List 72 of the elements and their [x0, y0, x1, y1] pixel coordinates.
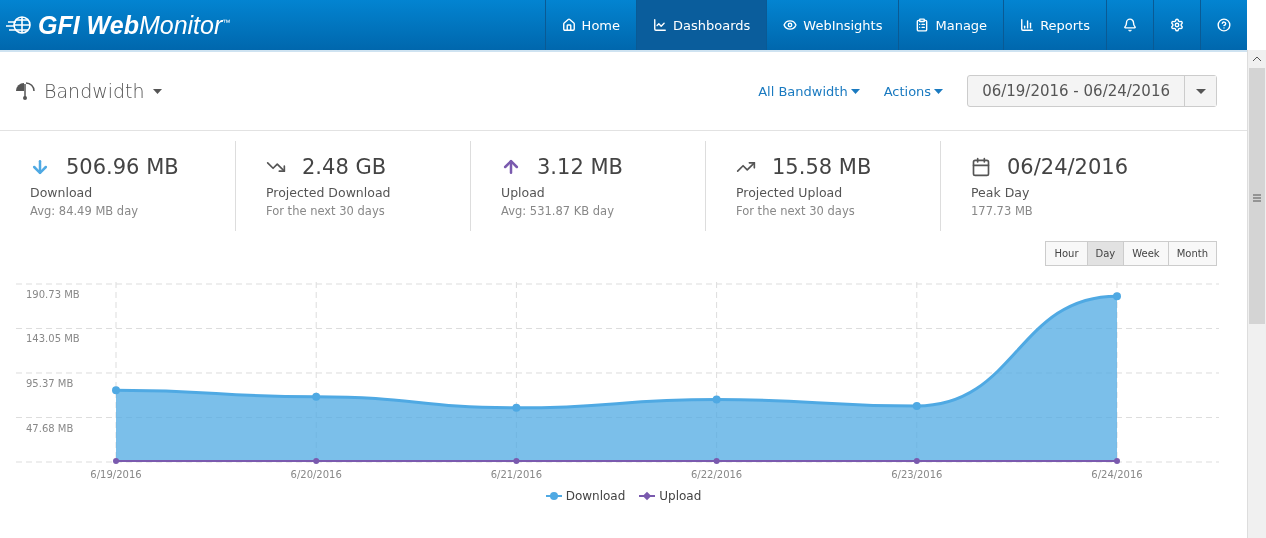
clipboard-icon — [915, 18, 930, 32]
diamond-marker-icon — [639, 491, 656, 501]
y-axis-label: 95.37 MB — [26, 378, 74, 389]
data-point — [912, 402, 921, 410]
stat-subtext: Avg: 84.49 MB day — [30, 204, 140, 218]
down-arrow-icon — [30, 157, 50, 177]
data-point — [713, 458, 720, 465]
x-axis-label: 6/21/2016 — [490, 469, 543, 480]
line-chart-icon — [653, 18, 667, 32]
stat-value: 15.58 MB — [772, 155, 872, 179]
scrollbar[interactable] — [1247, 50, 1266, 538]
x-axis-label: 6/24/2016 — [1091, 469, 1143, 480]
bell-icon — [1123, 18, 1137, 32]
granularity-toggle[interactable]: Day — [1086, 241, 1125, 266]
caret-icon[interactable] — [152, 88, 162, 94]
page-title: Bandwidth — [44, 80, 145, 102]
stat-value: 06/24/2016 — [1007, 155, 1129, 179]
y-axis-label: 143.05 MB — [26, 333, 80, 345]
caret-icon — [934, 88, 944, 94]
stat-value: 506.96 MB — [66, 155, 179, 179]
data-point — [112, 386, 120, 395]
data-point — [313, 458, 320, 465]
stat-subtext: 177.73 MB — [971, 204, 1034, 218]
bar-chart-icon — [1020, 18, 1035, 32]
stat-label: Download — [30, 185, 94, 200]
stat-value: 3.12 MB — [537, 155, 623, 179]
settings-icon — [1170, 18, 1184, 32]
filter-dropdown-link[interactable]: Actions — [883, 83, 944, 99]
x-axis-label: 6/19/2016 — [90, 469, 142, 480]
stat-subtext: For the next 30 days — [736, 204, 856, 218]
globe-logo-icon — [6, 15, 34, 35]
y-axis-label: 47.68 MB — [26, 422, 74, 434]
filter-dropdown-link[interactable]: All Bandwidth — [758, 83, 860, 99]
stat-label: Projected Upload — [736, 185, 844, 200]
legend-item[interactable]: Upload — [639, 489, 702, 503]
data-point — [712, 395, 721, 404]
nav-tab[interactable]: Reports — [1003, 0, 1106, 50]
data-point — [513, 458, 520, 465]
stat-label: Upload — [501, 185, 546, 200]
date-range-picker[interactable]: 06/19/2016 - 06/24/2016 — [967, 75, 1217, 107]
x-axis-label: 6/23/2016 — [891, 469, 943, 480]
data-point — [913, 458, 920, 465]
y-axis-label: 190.73 MB — [26, 289, 80, 300]
nav-tab[interactable]: Manage — [898, 0, 1004, 50]
help-icon — [1217, 18, 1231, 32]
x-axis-label: 6/20/2016 — [290, 469, 342, 480]
stat-subtext: For the next 30 days — [266, 204, 386, 218]
stat-value: 2.48 GB — [302, 155, 387, 179]
nav-tab[interactable]: WebInsights — [766, 0, 899, 50]
x-axis-label: 6/22/2016 — [690, 469, 743, 480]
gauge-icon — [14, 80, 36, 102]
granularity-toggle[interactable]: Week — [1123, 241, 1169, 266]
granularity-toggle[interactable]: Hour — [1045, 241, 1088, 266]
nav-tab[interactable]: Dashboards — [636, 0, 767, 50]
stat-subtext: Avg: 531.87 KB day — [501, 204, 615, 218]
circle-marker-icon — [545, 491, 562, 501]
stat-label: Projected Download — [266, 185, 392, 200]
eye-icon — [783, 18, 798, 32]
legend-item[interactable]: Download — [545, 489, 626, 503]
data-point — [512, 403, 521, 412]
caret-icon — [850, 88, 860, 94]
granularity-toggle[interactable]: Month — [1167, 241, 1217, 266]
data-point — [1114, 458, 1120, 465]
calendar-icon — [971, 157, 991, 177]
data-point — [1113, 292, 1121, 301]
brand-logo-text: GFI WebMonitor$^{™}$ — [38, 10, 231, 40]
data-point — [312, 392, 321, 401]
stat-label: Peak Day — [971, 185, 1031, 200]
data-point — [113, 458, 119, 465]
home-icon — [561, 18, 576, 32]
caret-icon — [1195, 88, 1206, 94]
dropdown-button[interactable] — [1184, 76, 1216, 106]
